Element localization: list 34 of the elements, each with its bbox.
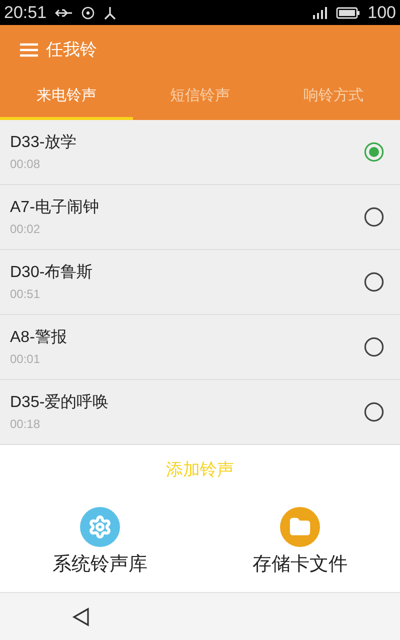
ringtone-name: A8-警报 bbox=[10, 328, 67, 348]
gear-icon bbox=[80, 507, 120, 548]
ringtone-duration: 00:18 bbox=[10, 416, 42, 433]
ringtone-name: D33-放学 bbox=[10, 133, 77, 153]
ringtone-row[interactable]: A8-警报 00:01 bbox=[0, 315, 400, 380]
ringtone-duration: 00:01 bbox=[10, 351, 42, 368]
battery-icon bbox=[336, 6, 360, 18]
radio-button[interactable] bbox=[364, 337, 384, 357]
share-icon bbox=[102, 6, 117, 20]
radio-button[interactable] bbox=[364, 272, 384, 292]
ringtone-duration: 00:08 bbox=[10, 156, 42, 173]
radio-button[interactable] bbox=[364, 402, 384, 422]
ringtone-row[interactable]: A7-电子闹钟 00:02 bbox=[0, 185, 400, 250]
ringtone-row[interactable]: D35-爱的呼唤 00:18 bbox=[0, 380, 400, 445]
battery-level: 100 bbox=[368, 2, 396, 24]
menu-icon[interactable] bbox=[20, 43, 38, 57]
signal-icon bbox=[312, 6, 328, 18]
ringtone-row[interactable]: D30-布鲁斯 00:51 bbox=[0, 250, 400, 315]
back-icon[interactable] bbox=[72, 606, 90, 626]
ringtone-duration: 00:02 bbox=[10, 221, 42, 238]
hotspot-icon bbox=[80, 6, 95, 20]
app-title: 任我铃 bbox=[46, 39, 97, 62]
ringtone-row[interactable]: D33-放学 00:08 bbox=[0, 120, 400, 185]
ringtone-duration: 00:51 bbox=[10, 286, 42, 303]
ringtone-name: A7-电子闹钟 bbox=[10, 198, 99, 218]
folder-icon bbox=[280, 507, 320, 548]
usb-icon bbox=[54, 8, 73, 18]
source-button[interactable]: 系统铃声库 bbox=[0, 495, 200, 592]
source-button[interactable]: 存储卡文件 bbox=[200, 495, 400, 592]
radio-button[interactable] bbox=[364, 142, 384, 162]
radio-button[interactable] bbox=[364, 207, 384, 227]
ringtone-name: D30-布鲁斯 bbox=[10, 262, 93, 283]
clock: 20:51 bbox=[4, 2, 47, 24]
ringtone-name: D35-爱的呼唤 bbox=[10, 392, 109, 413]
